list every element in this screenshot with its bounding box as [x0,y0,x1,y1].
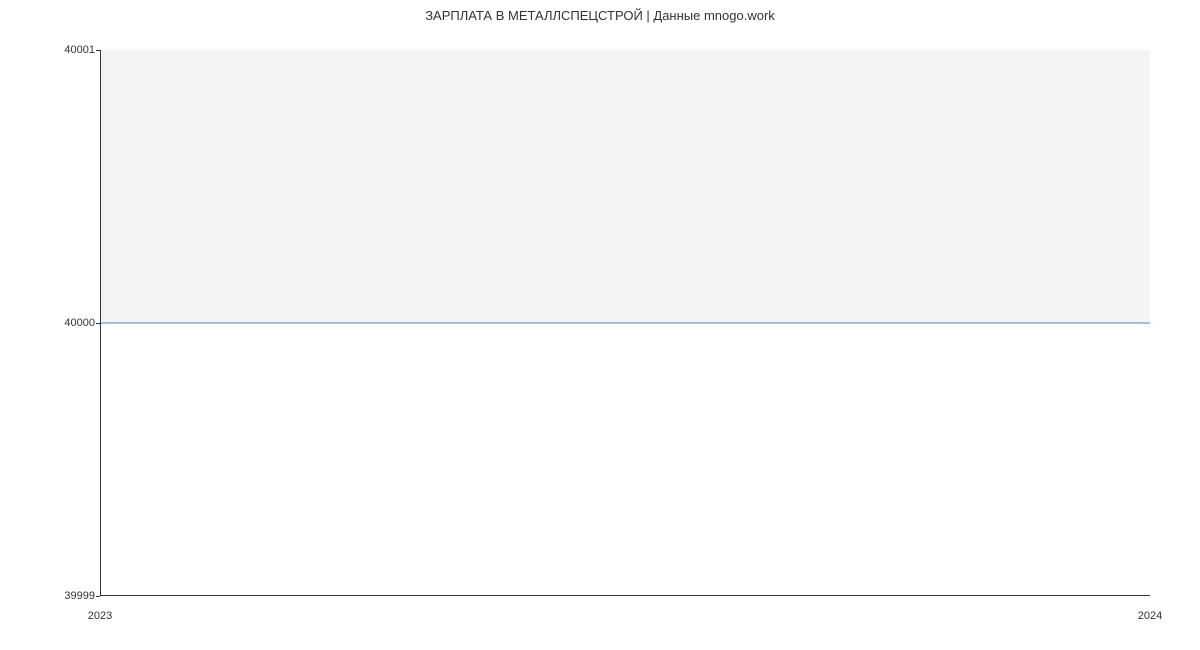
x-tick-label: 2023 [88,610,112,622]
x-tick-label: 2024 [1138,610,1162,622]
y-tick-label: 40000 [64,317,95,329]
chart-title: ЗАРПЛАТА В МЕТАЛЛСПЕЦСТРОЙ | Данные mnog… [0,8,1200,23]
y-tick-label: 40001 [64,44,95,56]
plot-unshaded-region [101,323,1150,596]
y-tick-mark [96,596,100,597]
y-tick-label: 39999 [64,590,95,602]
y-tick-mark [96,50,100,51]
plot-area [100,50,1150,596]
data-line [101,322,1150,323]
y-tick-mark [96,323,100,324]
